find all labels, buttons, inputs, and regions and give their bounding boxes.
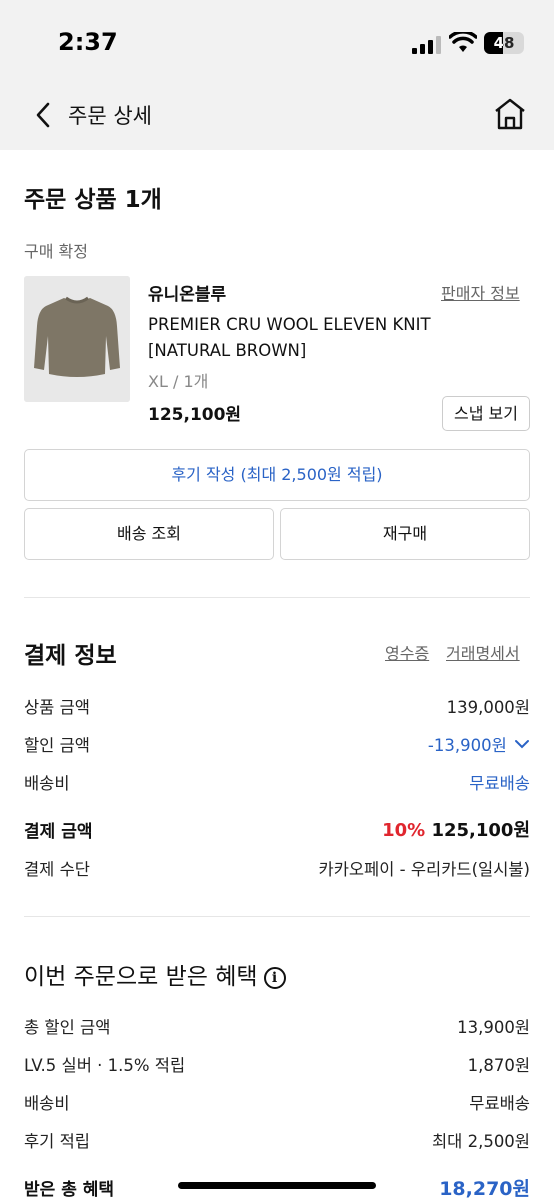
brand-name[interactable]: 유니온블루	[148, 280, 226, 305]
benefits-heading-text: 이번 주문으로 받은 혜택	[24, 964, 258, 990]
chevron-down-icon	[515, 740, 529, 749]
benefit-total-label: 받은 총 혜택	[24, 1180, 115, 1200]
benefit-shipping-label: 배송비	[24, 1094, 70, 1113]
benefits-heading: 이번 주문으로 받은 혜택 i	[24, 957, 286, 991]
battery-level: 48	[493, 34, 515, 52]
receipt-link[interactable]: 영수증	[385, 640, 429, 664]
review-points-value: 최대 2,500원	[431, 1132, 530, 1151]
payment-heading: 결제 정보	[24, 643, 117, 669]
seller-info-link[interactable]: 판매자 정보	[441, 280, 520, 304]
product-amount-value: 139,000원	[446, 698, 530, 717]
review-points-label: 후기 적립	[24, 1132, 90, 1151]
benefit-total-value: 18,270원	[439, 1178, 530, 1200]
shipping-fee-label: 배송비	[24, 774, 70, 793]
product-price: 125,100원	[148, 405, 242, 425]
payment-total-label: 결제 금액	[24, 822, 93, 842]
payment-total: 10% 125,100원	[382, 816, 530, 842]
product-amount-label: 상품 금액	[24, 698, 90, 717]
status-time: 2:37	[58, 28, 118, 56]
level-points-value: 1,870원	[467, 1056, 530, 1075]
product-name[interactable]: PREMIER CRU WOOL ELEVEN KNIT [NATURAL BR…	[148, 312, 478, 364]
divider	[24, 597, 530, 598]
product-option: XL / 1개	[148, 372, 209, 391]
discount-amount-value: -13,900원	[427, 736, 507, 755]
wifi-icon	[449, 32, 477, 52]
discount-rate: 10%	[382, 820, 426, 841]
home-indicator	[178, 1182, 376, 1189]
divider	[24, 916, 530, 917]
battery-icon: 48	[484, 32, 524, 54]
info-icon[interactable]: i	[263, 967, 286, 989]
home-icon[interactable]	[492, 96, 528, 132]
payment-total-value: 125,100원	[431, 820, 530, 841]
discount-amount-label: 할인 금액	[24, 736, 90, 755]
payment-method-label: 결제 수단	[24, 860, 90, 879]
payment-method-value: 카카오페이 - 우리카드(일시불)	[318, 860, 530, 879]
sweater-image	[24, 276, 130, 402]
benefit-shipping-value: 무료배송	[469, 1094, 530, 1113]
cellular-signal-icon	[412, 36, 442, 54]
total-discount-label: 총 할인 금액	[24, 1018, 111, 1037]
level-points-label: LV.5 실버 · 1.5% 적립	[24, 1056, 186, 1075]
rebuy-button[interactable]: 재구매	[280, 508, 530, 560]
snap-view-button[interactable]: 스냅 보기	[442, 396, 530, 431]
nav-bar: 주문 상세	[0, 80, 554, 150]
product-image[interactable]	[24, 276, 130, 402]
shipping-fee-value: 무료배송	[469, 774, 530, 793]
order-heading: 주문 상품 1개	[24, 187, 162, 213]
total-discount-value: 13,900원	[457, 1018, 530, 1037]
chevron-left-icon[interactable]	[32, 100, 56, 130]
track-shipping-button[interactable]: 배송 조회	[24, 508, 274, 560]
order-status: 구매 확정	[24, 242, 88, 261]
statement-link[interactable]: 거래명세서	[446, 640, 520, 664]
discount-amount-toggle[interactable]: -13,900원	[428, 732, 530, 756]
status-bar: 2:37 48	[0, 0, 554, 80]
write-review-button[interactable]: 후기 작성 (최대 2,500원 적립)	[24, 449, 530, 501]
page-title: 주문 상세	[68, 104, 152, 128]
